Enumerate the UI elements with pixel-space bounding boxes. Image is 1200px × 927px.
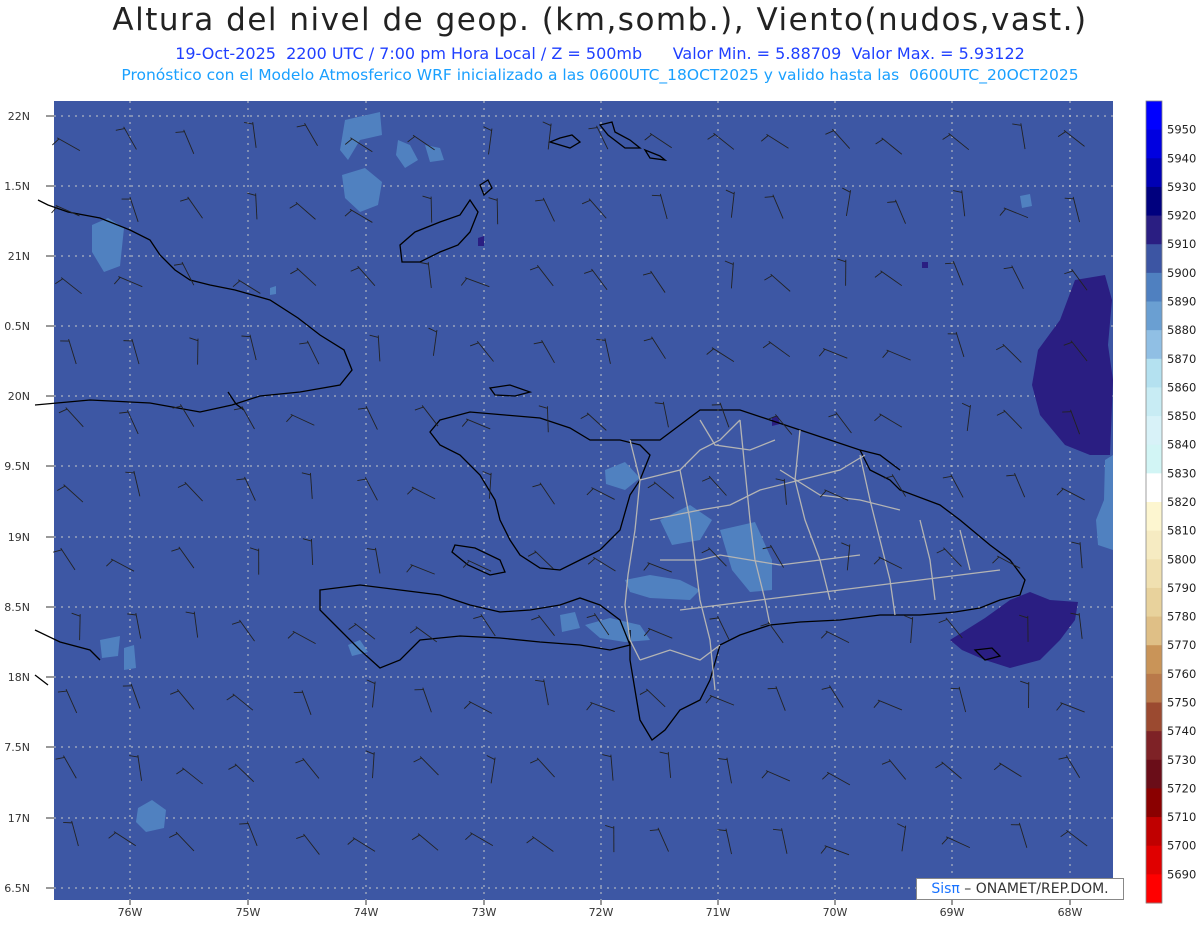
colorbar-swatch: [1146, 244, 1162, 274]
colorbar-label: 5810: [1167, 524, 1196, 538]
lat-label: 6.5N: [4, 882, 30, 895]
colorbar-swatch: [1146, 817, 1162, 847]
colorbar-swatch: [1146, 158, 1162, 188]
colorbar-swatch: [1146, 673, 1162, 703]
colorbar-swatch: [1146, 301, 1162, 331]
lat-label: 0.5N: [4, 320, 30, 333]
latitude-labels: 22N 1.5N 21N 0.5N 20N 9.5N 19N 8.5N 18N 7.5N 17N 6.…: [4, 110, 54, 895]
colorbar-label: 5900: [1167, 266, 1196, 280]
colorbar-swatch: [1146, 215, 1162, 245]
lat-label: 8.5N: [4, 601, 30, 614]
colorbar-label: 5790: [1167, 581, 1196, 595]
colorbar-label: 5840: [1167, 438, 1196, 452]
lon-label: 69W: [940, 906, 965, 919]
lon-label: 72W: [589, 906, 614, 919]
lat-label: 22N: [8, 110, 30, 123]
colorbar-swatch: [1146, 702, 1162, 732]
colorbar-swatch: [1146, 186, 1162, 217]
map-background: [54, 101, 1113, 900]
lat-label: 7.5N: [4, 741, 30, 754]
colorbar-label: 5730: [1167, 753, 1196, 767]
lat-label: 18N: [8, 671, 30, 684]
colorbar-swatch: [1146, 272, 1162, 302]
lon-label: 73W: [472, 906, 497, 919]
colorbar-swatch: [1146, 587, 1162, 618]
colorbar-label: 5690: [1167, 867, 1196, 881]
colorbar-label: 5720: [1167, 781, 1196, 795]
colorbar-swatch: [1146, 101, 1162, 131]
colorbar-label: 5860: [1167, 380, 1196, 394]
colorbar-swatch: [1146, 874, 1162, 904]
colorbar-label: 5800: [1167, 552, 1196, 566]
colorbar-swatch: [1146, 616, 1162, 646]
colorbar-swatch: [1146, 845, 1162, 875]
lat-label: 21N: [8, 250, 30, 263]
colorbar-label: 5930: [1167, 180, 1196, 194]
colorbar-label: 5940: [1167, 151, 1196, 165]
colorbar-swatch: [1146, 387, 1162, 417]
lat-label: 17N: [8, 812, 30, 825]
colorbar-label: 5850: [1167, 409, 1196, 423]
colorbar-label: 5950: [1167, 123, 1196, 137]
colorbar-label: 5760: [1167, 667, 1196, 681]
lon-label: 70W: [823, 906, 848, 919]
lon-label: 75W: [236, 906, 261, 919]
colorbar-swatch: [1146, 645, 1162, 675]
colorbar: 5950 5940 5930 5920 5910 5900 5890 5880 5870 5860…: [1145, 100, 1196, 904]
colorbar-label: 5890: [1167, 295, 1196, 309]
lat-label: 20N: [8, 390, 30, 403]
colorbar-swatch: [1146, 416, 1162, 446]
colorbar-swatch: [1146, 444, 1162, 474]
colorbar-swatch: [1146, 530, 1162, 560]
colorbar-swatch: [1146, 759, 1162, 789]
lon-label: 74W: [354, 906, 379, 919]
lat-label: 19N: [8, 531, 30, 544]
lon-label: 71W: [706, 906, 731, 919]
colorbar-label: 5820: [1167, 495, 1196, 509]
colorbar-label: 5880: [1167, 323, 1196, 337]
colorbar-swatch: [1146, 731, 1162, 761]
longitude-labels: 76W 75W 74W 73W 72W 71W 70W 69W 68W: [118, 900, 1083, 919]
lon-label: 76W: [118, 906, 143, 919]
colorbar-label: 5750: [1167, 696, 1196, 710]
colorbar-label: 5780: [1167, 610, 1196, 624]
colorbar-swatch: [1146, 330, 1162, 360]
colorbar-swatch: [1146, 502, 1162, 532]
colorbar-swatch: [1146, 473, 1162, 503]
colorbar-label: 5710: [1167, 810, 1196, 824]
colorbar-swatch: [1146, 129, 1162, 159]
map-canvas: 22N 1.5N 21N 0.5N 20N 9.5N 19N 8.5N 18N 7.5N 17N 6.…: [4, 100, 1196, 919]
lon-label: 68W: [1058, 906, 1083, 919]
colorbar-label: 5740: [1167, 724, 1196, 738]
lat-label: 1.5N: [4, 180, 30, 193]
colorbar-swatch: [1146, 559, 1162, 589]
colorbar-swatch: [1146, 358, 1162, 388]
colorbar-label: 5770: [1167, 638, 1196, 652]
colorbar-label: 5830: [1167, 466, 1196, 480]
colorbar-label: 5700: [1167, 839, 1196, 853]
colorbar-label: 5910: [1167, 237, 1196, 251]
credit-box: Sisπ – ONAMET/REP.DOM.: [916, 878, 1124, 900]
lat-label: 9.5N: [4, 460, 30, 473]
colorbar-label: 5920: [1167, 209, 1196, 223]
sis-logo-text: Sisπ: [931, 881, 960, 897]
credit-text: – ONAMET/REP.DOM.: [959, 881, 1109, 897]
colorbar-label: 5870: [1167, 352, 1196, 366]
colorbar-swatch: [1146, 788, 1162, 818]
